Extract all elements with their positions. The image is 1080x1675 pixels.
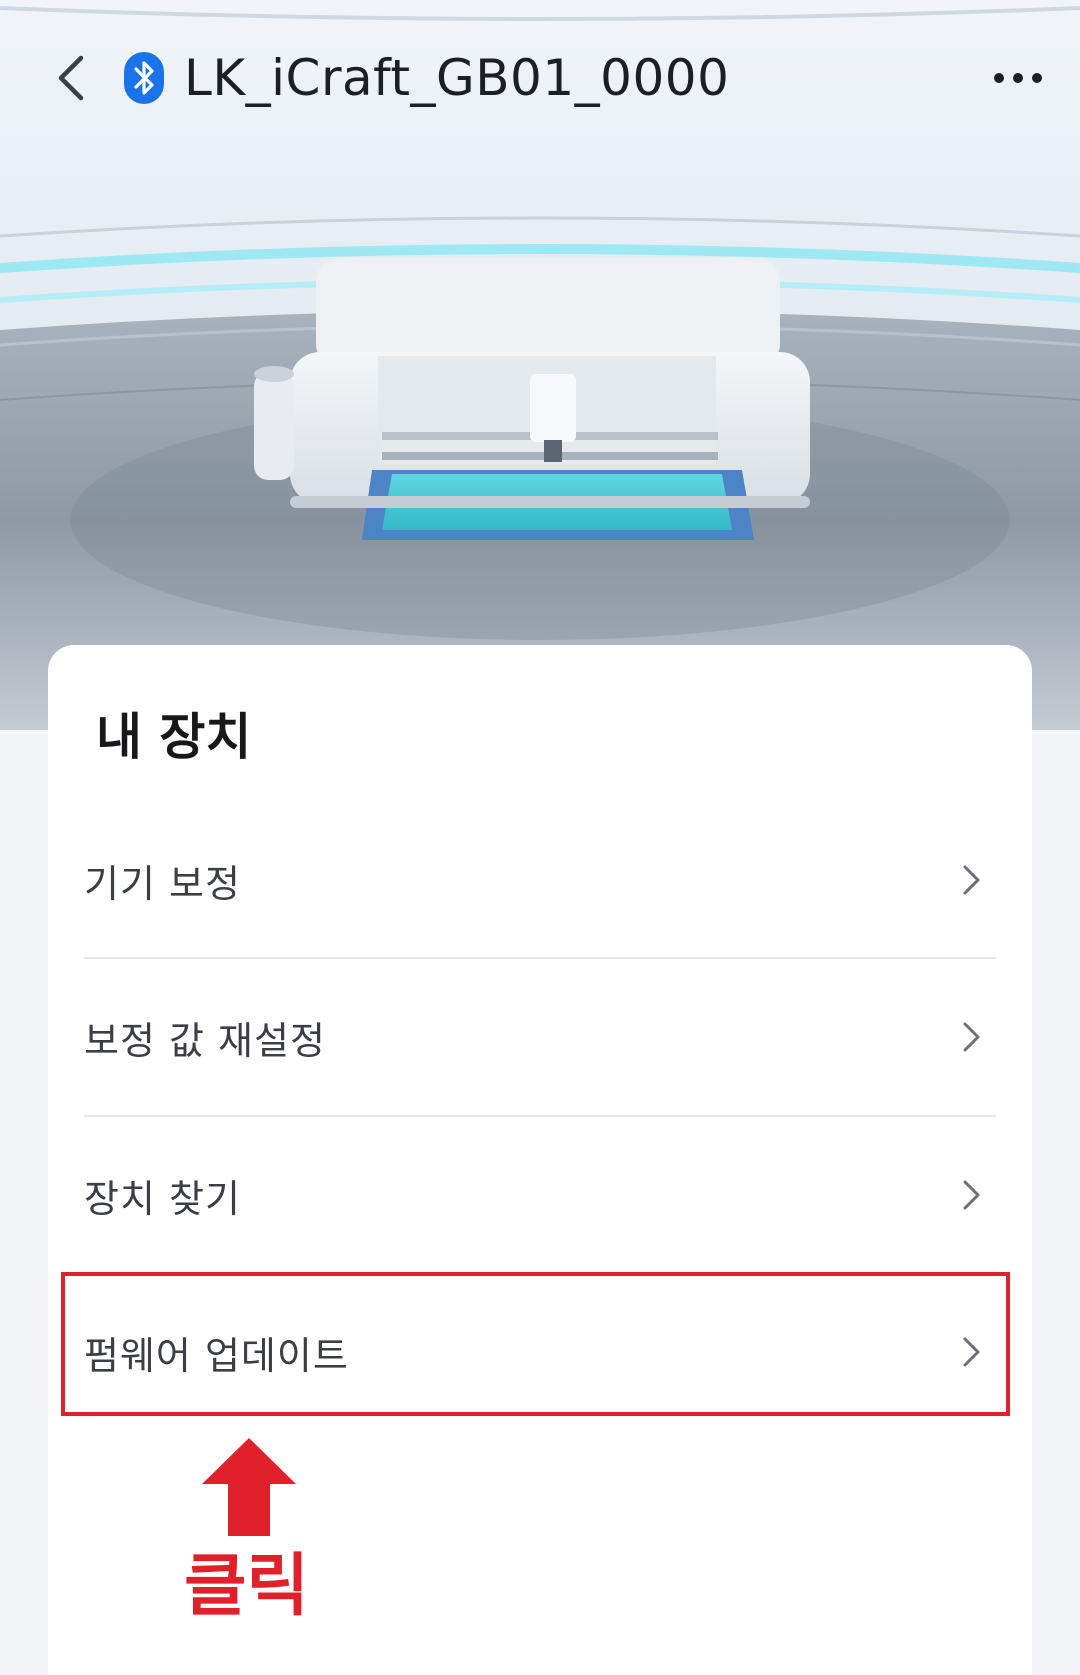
menu-item-reset-calibration[interactable]: 보정 값 재설정 [84,959,996,1115]
bluetooth-icon [124,52,164,104]
menu-item-label: 보정 값 재설정 [84,1018,326,1063]
more-options-icon [994,73,1004,83]
menu-item-label: 장치 찾기 [84,1176,241,1221]
chevron-right-icon [963,865,980,895]
chevron-right-icon [963,1022,980,1052]
card-title: 내 장치 [96,708,252,766]
menu-item-device-calibration[interactable]: 기기 보정 [84,802,996,958]
my-device-card: 내 장치 기기 보정 보정 값 재설정 장치 찾기 펌웨어 업데이트 [48,645,1032,1675]
more-options-dot [1032,73,1042,83]
back-button[interactable] [40,48,100,108]
click-annotation: 클릭 [184,1547,310,1626]
top-bar: LK_iCraft_GB01_0000 [0,30,1080,126]
menu-item-find-device[interactable]: 장치 찾기 [84,1117,996,1273]
back-arrow-icon [58,55,84,101]
menu-item-label: 기기 보정 [84,861,241,906]
up-arrow-icon [202,1438,296,1536]
device-name-title: LK_iCraft_GB01_0000 [184,49,730,107]
more-options-dot [1013,73,1023,83]
firmware-update-highlight [61,1272,1010,1416]
more-options-button[interactable] [978,58,1058,98]
chevron-right-icon [963,1180,980,1210]
